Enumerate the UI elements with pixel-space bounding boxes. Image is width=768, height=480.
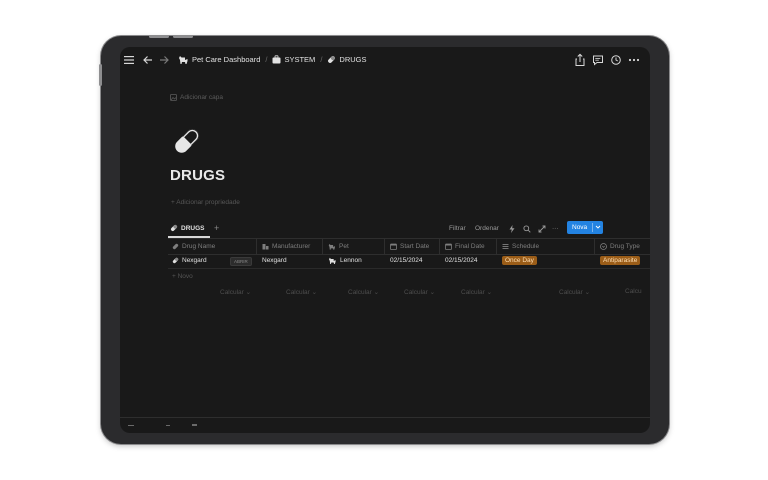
search-icon[interactable] [523, 225, 531, 233]
lightning-icon[interactable] [509, 225, 515, 233]
breadcrumb-item-pet-care-dashboard[interactable]: Pet Care Dashboard [178, 55, 260, 64]
column-label: Manufacturer [272, 243, 311, 250]
add-cover-button[interactable]: Adicionar capa [170, 94, 223, 101]
column-divider [496, 239, 497, 254]
breadcrumb-separator: / [265, 55, 268, 64]
column-label: Pet [339, 243, 349, 250]
cell-final-date[interactable]: 02/15/2024 [445, 257, 478, 264]
tablet-frame: Pet Care Dashboard / SYSTEM / DRUGS Adic… [99, 35, 669, 444]
drug-name-value: Nexgard [182, 257, 207, 264]
tab-label: DRUGS [181, 224, 205, 232]
new-entry-button[interactable]: Nova [567, 221, 603, 234]
pill-icon [172, 243, 179, 250]
page-title: DRUGS [170, 167, 226, 184]
calculate-button[interactable]: Calcular ⌄ [461, 288, 492, 296]
column-divider [322, 239, 323, 254]
filter-button[interactable]: Filtrar [449, 225, 466, 232]
column-header-pet[interactable]: Pet [328, 243, 349, 250]
calculate-button[interactable]: Calcular ⌄ [404, 288, 435, 296]
cell-drug-name[interactable]: Nexgard [172, 257, 207, 264]
calculate-button[interactable]: Calcular ⌄ [348, 288, 379, 296]
calculate-button[interactable]: Calcular ⌄ [220, 288, 251, 296]
add-row-button[interactable]: + Novo [172, 273, 193, 280]
list-icon [502, 243, 509, 250]
pet-value: Lennon [340, 257, 362, 264]
add-cover-label: Adicionar capa [180, 94, 223, 101]
image-icon [170, 94, 177, 101]
column-header-drug-type[interactable]: Drug Type [600, 243, 640, 250]
column-header-final-date[interactable]: Final Date [445, 243, 485, 250]
schedule-tag[interactable]: Once Day [502, 256, 537, 265]
calendar-icon [445, 243, 452, 250]
dog-icon [178, 55, 189, 64]
view-more-button[interactable]: ··· [552, 225, 559, 232]
menu-icon[interactable] [124, 53, 138, 67]
forward-arrow-icon[interactable] [158, 53, 172, 67]
column-divider [594, 239, 595, 254]
select-icon [600, 243, 607, 250]
column-divider [439, 239, 440, 254]
tab-drugs[interactable]: DRUGS [170, 224, 204, 232]
open-page-button[interactable]: ABRIR [230, 257, 252, 266]
add-property-button[interactable]: + Adicionar propriedade [171, 199, 240, 206]
column-header-drug-name[interactable]: Drug Name [172, 243, 215, 250]
pill-icon [170, 224, 178, 232]
column-label: Final Date [455, 243, 485, 250]
calculation-row: Calcular ⌄ Calcular ⌄ Calcular ⌄ Calcula… [168, 287, 650, 299]
app-screen: Pet Care Dashboard / SYSTEM / DRUGS Adic… [120, 47, 650, 433]
cell-pet[interactable]: Lennon [328, 257, 362, 264]
table-row[interactable]: Nexgard ABRIR Nexgard Lennon 02/15/2024 … [168, 254, 650, 269]
calculate-button[interactable]: Calcular ⌄ [286, 288, 317, 296]
calendar-icon [390, 243, 397, 250]
breadcrumb-item-drugs[interactable]: DRUGS [327, 55, 367, 64]
top-button [173, 35, 193, 38]
column-divider [384, 239, 385, 254]
expand-icon[interactable] [538, 225, 546, 233]
breadcrumb-item-system[interactable]: SYSTEM [272, 55, 315, 64]
dog-icon [328, 257, 337, 264]
new-entry-label: Nova [572, 224, 588, 231]
column-label: Drug Type [610, 243, 640, 250]
column-label: Schedule [512, 243, 540, 250]
drug-type-tag[interactable]: Antiparasite [600, 256, 641, 265]
clock-icon[interactable] [610, 53, 624, 67]
building-icon [262, 243, 269, 250]
chevron-down-icon[interactable] [595, 223, 601, 231]
calculate-button[interactable]: Calcu [625, 288, 642, 295]
cell-manufacturer[interactable]: Nexgard [262, 257, 287, 264]
volume-button [99, 64, 102, 86]
calculate-button[interactable]: Calcular ⌄ [559, 288, 590, 296]
share-icon[interactable] [574, 53, 588, 67]
top-bar: Pet Care Dashboard / SYSTEM / DRUGS [120, 47, 650, 75]
dog-icon [328, 243, 336, 250]
button-divider [592, 223, 593, 232]
column-divider [256, 239, 257, 254]
cell-start-date[interactable]: 02/15/2024 [390, 257, 423, 264]
add-view-button[interactable]: + [214, 223, 219, 233]
page-pill-icon[interactable] [171, 125, 203, 157]
more-options-icon[interactable] [628, 53, 642, 67]
pill-icon [327, 55, 336, 64]
back-arrow-icon[interactable] [142, 53, 156, 67]
column-header-manufacturer[interactable]: Manufacturer [262, 243, 310, 250]
column-header-start-date[interactable]: Start Date [390, 243, 429, 250]
column-label: Drug Name [182, 243, 216, 250]
bottom-toolbar-divider [120, 417, 650, 418]
comment-icon[interactable] [592, 53, 606, 67]
briefcase-icon [272, 55, 281, 64]
bottom-toolbar [128, 422, 208, 430]
breadcrumb-label: SYSTEM [284, 55, 316, 64]
table-header: Drug Name Manufacturer Pet Start Date Fi… [168, 238, 650, 255]
breadcrumb-label: Pet Care Dashboard [192, 55, 261, 64]
sort-button[interactable]: Ordenar [475, 225, 499, 232]
breadcrumb-label: DRUGS [339, 55, 367, 64]
column-header-schedule[interactable]: Schedule [502, 243, 539, 250]
top-button [149, 35, 169, 38]
column-label: Start Date [400, 243, 430, 250]
pill-icon [172, 257, 179, 264]
database-view-bar: DRUGS + Filtrar Ordenar ··· Nova [168, 221, 650, 238]
breadcrumb-separator: / [320, 55, 323, 64]
breadcrumb: Pet Care Dashboard / SYSTEM / DRUGS [178, 55, 367, 64]
